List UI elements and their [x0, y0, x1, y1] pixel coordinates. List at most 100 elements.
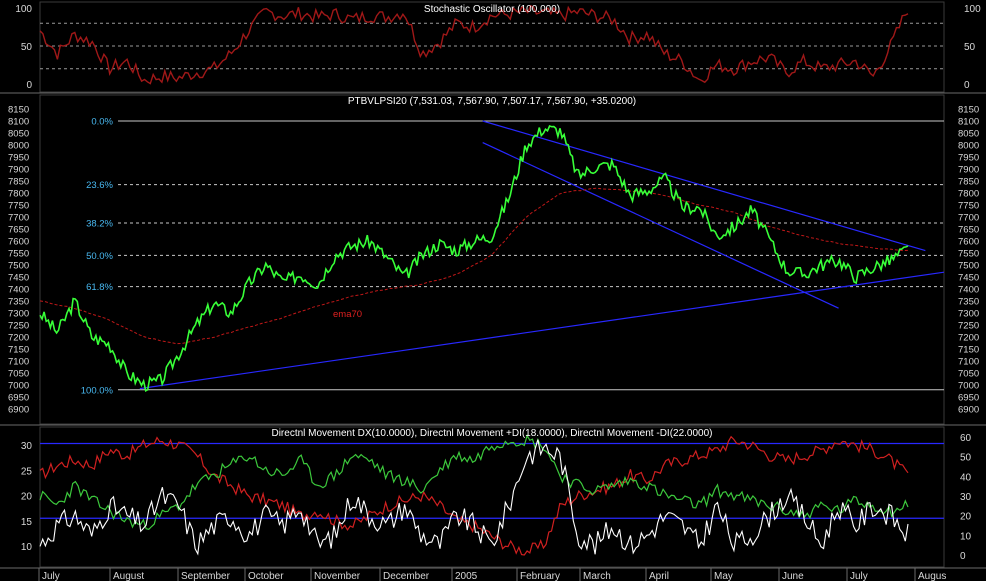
price-y-tick-left: 7850 — [8, 177, 29, 188]
price-y-tick-right: 7900 — [958, 165, 979, 176]
dmi-y-tick-left: 20 — [21, 492, 33, 503]
price-y-tick-left: 7800 — [8, 189, 29, 200]
stoch-y-tick-right: 100 — [964, 4, 981, 15]
price-y-tick-right: 7200 — [958, 333, 979, 344]
price-y-tick-left: 7300 — [8, 309, 29, 320]
x-axis-month-label: June — [782, 571, 804, 581]
price-y-tick-left: 8100 — [8, 117, 29, 128]
price-y-tick-left: 7450 — [8, 273, 29, 284]
fib-level-label: 50.0% — [86, 251, 113, 262]
price-y-tick-right: 6950 — [958, 393, 979, 404]
price-y-tick-right: 7350 — [958, 297, 979, 308]
price-y-tick-right: 7250 — [958, 321, 979, 332]
price-y-tick-left: 7700 — [8, 213, 29, 224]
price-y-tick-left: 8000 — [8, 141, 29, 152]
dmi-title: Directnl Movement DX(10.0000), Directnl … — [271, 428, 712, 439]
price-panel-frame — [39, 94, 945, 425]
x-axis-month-label: March — [583, 571, 611, 581]
price-y-tick-right: 7450 — [958, 273, 979, 284]
resistance-trend-line — [482, 120, 926, 252]
price-y-tick-left: 6950 — [8, 393, 29, 404]
x-axis-month-label: September — [181, 571, 231, 581]
price-y-tick-right: 7050 — [958, 369, 979, 380]
price-y-tick-right: 8150 — [958, 105, 979, 116]
x-axis-month-label: November — [314, 571, 361, 581]
price-y-tick-left: 7900 — [8, 165, 29, 176]
ema70-label: ema70 — [333, 309, 362, 320]
x-axis-month-label: 2005 — [455, 571, 478, 581]
price-y-tick-left: 7750 — [8, 201, 29, 212]
fib-level-label: 0.0% — [91, 117, 113, 128]
stoch-y-tick-left: 0 — [26, 80, 32, 91]
price-y-tick-left: 7350 — [8, 297, 29, 308]
stoch-y-tick-left: 50 — [21, 42, 33, 53]
price-title: PTBVLPSI20 (7,531.03, 7,567.90, 7,507.17… — [348, 96, 636, 107]
x-axis-month-label: April — [649, 571, 669, 581]
dmi-y-tick-left: 10 — [21, 542, 33, 553]
dmi-y-tick-right: 60 — [960, 433, 972, 444]
fib-level-label: 61.8% — [86, 282, 113, 293]
dmi-y-tick-right: 50 — [960, 453, 972, 464]
dmi-y-tick-right: 20 — [960, 512, 972, 523]
chart-canvas: 050100 100500Stochastic Oscillator (100.0… — [0, 1, 986, 581]
dmi-y-tick-left: 25 — [21, 466, 33, 477]
x-axis-month-label: May — [714, 571, 733, 581]
x-axis-month-label: February — [520, 571, 560, 581]
dx-line — [39, 439, 909, 556]
minus-di-line — [39, 435, 909, 556]
price-y-tick-right: 7300 — [958, 309, 979, 320]
dmi-y-tick-right: 10 — [960, 531, 972, 542]
price-y-tick-left: 7200 — [8, 333, 29, 344]
ema70-line — [39, 187, 909, 345]
price-y-tick-left: 8150 — [8, 105, 29, 116]
price-y-tick-right: 7500 — [958, 261, 979, 272]
price-y-tick-left: 7250 — [8, 321, 29, 332]
price-y-tick-left: 7500 — [8, 261, 29, 272]
dmi-y-tick-left: 30 — [21, 441, 33, 452]
stoch-title: Stochastic Oscillator (100.000) — [424, 4, 560, 15]
price-y-tick-left: 7550 — [8, 249, 29, 260]
price-y-tick-right: 7100 — [958, 357, 979, 368]
price-y-tick-right: 7150 — [958, 345, 979, 356]
price-y-tick-left: 7100 — [8, 357, 29, 368]
dmi-y-tick-left: 15 — [21, 517, 33, 528]
price-y-tick-right: 7800 — [958, 189, 979, 200]
stoch-y-tick-left: 100 — [15, 4, 32, 15]
price-y-tick-left: 7950 — [8, 153, 29, 164]
x-axis-month-label: July — [42, 571, 60, 581]
price-y-tick-left: 6900 — [8, 405, 29, 416]
price-y-tick-left: 7050 — [8, 369, 29, 380]
price-y-tick-right: 7000 — [958, 381, 979, 392]
price-y-tick-right: 6900 — [958, 405, 979, 416]
price-y-tick-right: 7750 — [958, 201, 979, 212]
x-axis-month-label: December — [383, 571, 430, 581]
price-y-tick-right: 7650 — [958, 225, 979, 236]
stoch-y-tick-right: 0 — [964, 80, 970, 91]
x-axis-month-label: Augus — [918, 571, 946, 581]
stoch-line — [39, 4, 909, 85]
price-y-tick-right: 7700 — [958, 213, 979, 224]
price-y-tick-left: 7400 — [8, 285, 29, 296]
price-y-tick-left: 7650 — [8, 225, 29, 236]
price-y-tick-left: 7600 — [8, 237, 29, 248]
price-y-tick-right: 7950 — [958, 153, 979, 164]
price-y-tick-right: 7850 — [958, 177, 979, 188]
price-line — [39, 125, 909, 393]
dmi-y-tick-right: 30 — [960, 492, 972, 503]
support-trend-line — [139, 271, 945, 390]
x-axis-month-label: October — [248, 571, 284, 581]
price-y-tick-left: 7150 — [8, 345, 29, 356]
price-y-tick-right: 7600 — [958, 237, 979, 248]
stoch-y-tick-right: 50 — [964, 42, 976, 53]
price-y-tick-right: 7550 — [958, 249, 979, 260]
price-y-tick-right: 8100 — [958, 117, 979, 128]
price-y-tick-right: 7400 — [958, 285, 979, 296]
price-y-tick-left: 8050 — [8, 129, 29, 140]
price-y-tick-right: 8000 — [958, 141, 979, 152]
fib-level-label: 38.2% — [86, 219, 113, 230]
price-y-tick-left: 7000 — [8, 381, 29, 392]
price-y-tick-right: 8050 — [958, 129, 979, 140]
x-axis-month-label: August — [113, 571, 144, 581]
x-axis-month-label: July — [850, 571, 868, 581]
dmi-y-tick-right: 0 — [960, 551, 966, 562]
